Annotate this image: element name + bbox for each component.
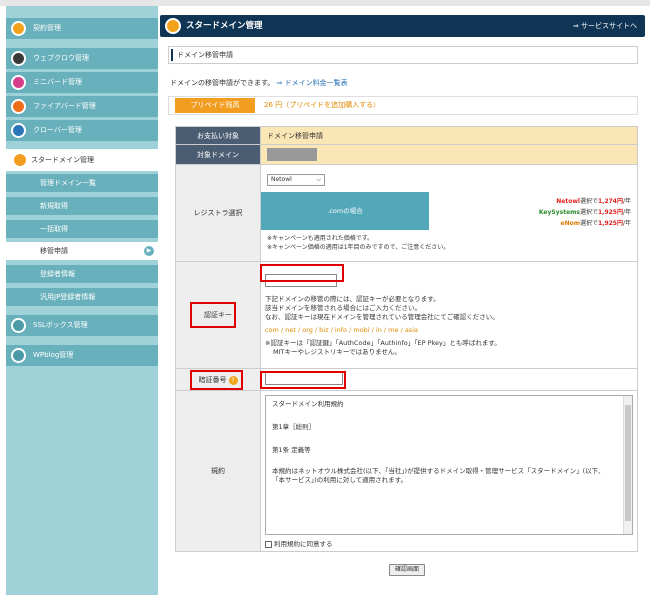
auth-note: ※認証キーは「認証鍵」「AuthCode」「Authinfo」「EP Pkey」… bbox=[265, 338, 501, 347]
sidebar-item-label: ウェブクロウ管理 bbox=[33, 54, 89, 62]
sidebar-item-webcrow[interactable]: ウェブクロウ管理 bbox=[6, 48, 158, 69]
price-list-link[interactable]: ⇒ ドメイン料金一覧表 bbox=[277, 79, 348, 87]
sidebar-sub-jp-registrant[interactable]: 汎用JP登録者情報 bbox=[6, 288, 158, 306]
auth-text: なお、認証キーは現在ドメインを管理されている管理会社にてご確認ください。 bbox=[265, 312, 499, 321]
sidebar-sub-label: 登録者情報 bbox=[40, 270, 75, 278]
sidebar-sub-label: 新規取得 bbox=[40, 202, 68, 210]
crow-icon bbox=[11, 51, 26, 66]
prepaid-balance: プリペイド残高 26 円（プリペイドを追加購入する） bbox=[168, 96, 638, 115]
terms-scrollbar-thumb[interactable] bbox=[625, 405, 631, 521]
page-header: スタードメイン管理 ⇒ サービスサイトへ bbox=[160, 15, 645, 37]
registrar-cell: Netowl ⌵ .comの場合 Netowl選択で1,274円/年 KeySy… bbox=[260, 164, 638, 262]
payment-value: ドメイン移管申請 bbox=[260, 126, 638, 145]
terms-label: 規約 bbox=[175, 390, 261, 552]
sidebar-item-firebird[interactable]: ファイアバード管理 bbox=[6, 96, 158, 117]
auth-text: 下記ドメインの移管の際には、認証キーが必要となります。 bbox=[265, 294, 440, 303]
auth-tld-list: com / net / org / biz / info / mobi / in… bbox=[265, 325, 418, 334]
sidebar-item-label: ミニバード管理 bbox=[33, 78, 82, 86]
terms-scrollbar[interactable] bbox=[623, 396, 632, 534]
section-title: ドメイン移管申請 bbox=[168, 46, 638, 64]
sidebar-sub-label: 汎用JP登録者情報 bbox=[40, 293, 96, 301]
highlight-pin-input bbox=[260, 371, 346, 389]
highlight-authkey-input bbox=[260, 264, 344, 282]
sidebar: 契約管理 ウェブクロウ管理 ミニバード管理 ファイアバード管理 クローバー管理 … bbox=[6, 6, 158, 595]
payment-label: お支払い対象 bbox=[175, 126, 261, 145]
sidebar-item-label: WPblog管理 bbox=[33, 351, 74, 359]
sidebar-item-label: SSLボックス管理 bbox=[33, 321, 88, 329]
service-site-link[interactable]: ⇒ サービスサイトへ bbox=[573, 15, 637, 37]
registrar-select-value: Netowl bbox=[271, 176, 292, 183]
intro-text: ドメインの移管申請ができます。 bbox=[170, 79, 275, 87]
stardomain-logo-icon bbox=[165, 18, 181, 34]
sidebar-item-label: 契約管理 bbox=[33, 24, 61, 32]
wpblog-icon bbox=[11, 348, 26, 363]
domain-label: 対象ドメイン bbox=[175, 144, 261, 165]
clover-icon bbox=[11, 123, 26, 138]
price-line-netowl: Netowl選択で1,274円/年 bbox=[556, 198, 631, 205]
com-case-label: .comの場合 bbox=[261, 192, 429, 230]
terms-line: 第1条 定義等 bbox=[272, 446, 311, 454]
registrar-prices: Netowl選択で1,274円/年 KeySystems選択で1,925円/年 … bbox=[429, 192, 637, 230]
price-line-enom: eNom選択で1,925円/年 bbox=[560, 220, 632, 227]
sidebar-item-wpblog[interactable]: WPblog管理 bbox=[6, 345, 158, 366]
price-line-keysystems: KeySystems選択で1,925円/年 bbox=[538, 209, 631, 216]
sidebar-item-label: クローバー管理 bbox=[33, 126, 82, 134]
minibird-icon bbox=[11, 75, 26, 90]
sidebar-sub-domain-list[interactable]: 管理ドメイン一覧 bbox=[6, 174, 158, 192]
registrar-price-box: .comの場合 Netowl選択で1,274円/年 KeySystems選択で1… bbox=[261, 192, 637, 230]
sidebar-sub-bulk[interactable]: 一括取得 bbox=[6, 220, 158, 238]
terms-line: スタードメイン利用規約 bbox=[272, 400, 344, 408]
sidebar-item-ssl[interactable]: SSLボックス管理 bbox=[6, 315, 158, 336]
agree-row: 利用規約に同意する bbox=[261, 535, 637, 551]
prepaid-label: プリペイド残高 bbox=[175, 98, 255, 113]
page-title: スタードメイン管理 bbox=[186, 21, 263, 31]
agree-checkbox[interactable] bbox=[265, 540, 272, 548]
chevron-down-icon: ⌵ bbox=[316, 176, 321, 183]
domain-value-cell bbox=[260, 144, 638, 165]
sidebar-sub-transfer[interactable]: 移管申請 ▶ bbox=[6, 242, 158, 260]
campaign-note: ※キャンペーン価格の適用は1年目のみですので、ご注意ください。 bbox=[267, 244, 450, 251]
sidebar-sub-label: 管理ドメイン一覧 bbox=[40, 179, 96, 187]
stardomain-icon bbox=[14, 154, 26, 166]
campaign-note: ※キャンペーンも適用された価格です。 bbox=[267, 235, 374, 242]
confirm-button[interactable]: 確認画面 bbox=[389, 564, 425, 576]
registrar-label: レジストラ選択 bbox=[175, 164, 261, 262]
sidebar-sub-label: 一括取得 bbox=[40, 225, 68, 233]
sidebar-item-stardomain[interactable]: スタードメイン管理 bbox=[6, 149, 158, 171]
arrow-right-icon: ▶ bbox=[144, 246, 154, 256]
highlight-pin-label bbox=[190, 370, 243, 390]
auth-note: MITキーやレジストリキーではありません。 bbox=[273, 347, 401, 356]
sidebar-sub-label: 移管申請 bbox=[40, 247, 68, 255]
campaign-notes: ※キャンペーンも適用された価格です。 ※キャンペーン価格の適用は1年目のみですの… bbox=[267, 230, 637, 252]
registrar-select[interactable]: Netowl ⌵ bbox=[267, 174, 325, 186]
sidebar-item-label: スタードメイン管理 bbox=[31, 156, 94, 164]
firebird-icon bbox=[11, 99, 26, 114]
sidebar-sub-new[interactable]: 新規取得 bbox=[6, 197, 158, 215]
contract-icon bbox=[11, 21, 26, 36]
ssl-icon bbox=[11, 318, 26, 333]
terms-textarea[interactable]: スタードメイン利用規約 第1章［総則］ 第1条 定義等 本規約はネットオウル株式… bbox=[265, 395, 633, 535]
sidebar-item-contract[interactable]: 契約管理 bbox=[6, 18, 158, 39]
prepaid-value[interactable]: 26 円（プリペイドを追加購入する） bbox=[264, 97, 380, 114]
sidebar-item-label: ファイアバード管理 bbox=[33, 102, 96, 110]
transfer-form: お支払い対象 ドメイン移管申請 対象ドメイン レジストラ選択 Netowl ⌵ … bbox=[175, 126, 638, 552]
terms-cell: スタードメイン利用規約 第1章［総則］ 第1条 定義等 本規約はネットオウル株式… bbox=[260, 390, 638, 552]
agree-label[interactable]: 利用規約に同意する bbox=[274, 540, 333, 548]
sidebar-item-clover[interactable]: クローバー管理 bbox=[6, 120, 158, 141]
highlight-authkey-label bbox=[190, 302, 236, 328]
terms-line: 本規約はネットオウル株式会社(以下、「当社」)が提供するドメイン取得・管理サービ… bbox=[272, 467, 605, 475]
domain-redacted bbox=[267, 148, 317, 161]
sidebar-item-minibird[interactable]: ミニバード管理 bbox=[6, 72, 158, 93]
intro-line: ドメインの移管申請ができます。 ⇒ ドメイン料金一覧表 bbox=[170, 78, 348, 88]
terms-line: 「本サービス」)の利用に対して適用されます。 bbox=[272, 476, 407, 484]
terms-line: 第1章［総則］ bbox=[272, 423, 316, 431]
auth-text: 該当ドメインを移管される場合にはご入力ください。 bbox=[265, 303, 421, 312]
sidebar-sub-registrant[interactable]: 登録者情報 bbox=[6, 265, 158, 283]
